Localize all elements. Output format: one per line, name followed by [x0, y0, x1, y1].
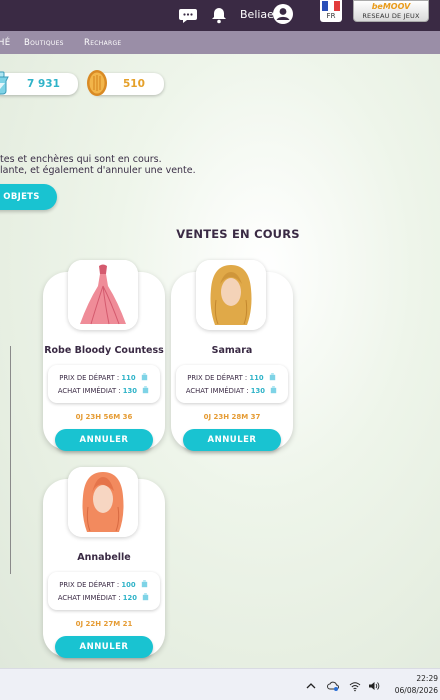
nav-item-boutiques[interactable]: Boutiques: [24, 38, 64, 48]
sale-card: Robe Bloody Countess PRIX DE DÉPART : 11…: [43, 260, 165, 451]
coin-icon: [87, 70, 107, 96]
start-price-value: 110: [121, 374, 136, 382]
buy-now-line: ACHAT IMMÉDIAT : 130: [48, 386, 160, 395]
section-title: VENTES EN COURS: [176, 227, 300, 241]
diamond-amount: 7 931: [27, 78, 60, 90]
cancel-sale-button[interactable]: ANNULER: [55, 636, 153, 658]
sale-card: Annabelle PRIX DE DÉPART : 100 ACHAT IMM…: [43, 467, 165, 658]
info-text-line-1: tes et enchères qui sont en cours.: [0, 154, 162, 165]
cancel-sale-button[interactable]: ANNULER: [183, 429, 281, 451]
chat-icon[interactable]: [178, 5, 198, 25]
start-price-value: 100: [121, 581, 136, 589]
taskbar: 22:29 06/08/2026: [0, 668, 440, 700]
network-logo: beMOOV: [371, 2, 411, 11]
sale-timer: 0J 22H 27M 21: [75, 620, 133, 628]
network-badge[interactable]: beMOOV RESEAU DE JEUX: [353, 0, 429, 22]
info-text-line-2: lante, et également d'annuler une vente.: [0, 165, 196, 176]
bell-icon[interactable]: [209, 5, 229, 25]
coin-balance[interactable]: 510: [87, 70, 164, 96]
language-selector[interactable]: FR: [320, 0, 342, 22]
start-price-value: 110: [249, 374, 264, 382]
buy-now-value: 120: [122, 594, 137, 602]
price-box: PRIX DE DÉPART : 110 ACHAT IMMÉDIAT : 13…: [176, 365, 288, 403]
sale-timer: 0J 23H 56M 36: [75, 413, 133, 421]
diamond-icon: [269, 373, 275, 381]
buy-now-label: ACHAT IMMÉDIAT :: [57, 594, 121, 602]
french-flag-icon: [322, 1, 340, 11]
buy-now-label: ACHAT IMMÉDIAT :: [185, 387, 249, 395]
diamond-icon: [270, 386, 277, 394]
price-box: PRIX DE DÉPART : 100 ACHAT IMMÉDIAT : 12…: [48, 572, 160, 610]
diamond-icon: [141, 580, 147, 588]
buy-now-label: ACHAT IMMÉDIAT :: [57, 387, 121, 395]
volume-icon[interactable]: [368, 680, 380, 692]
nav-item-marche[interactable]: HÉ: [0, 38, 10, 48]
language-code: FR: [326, 12, 336, 20]
blonde-hair-icon: [196, 260, 266, 330]
diamond-icon: [142, 593, 149, 601]
top-bar: Beliae FR beMOOV RESEAU DE JEUX: [0, 0, 440, 31]
cloud-sync-icon[interactable]: [327, 680, 339, 692]
item-name: Robe Bloody Countess: [44, 345, 164, 356]
red-dress-icon: [68, 260, 138, 330]
buy-now-value: 130: [250, 387, 265, 395]
item-name: Samara: [211, 345, 253, 356]
diamond-icon: [142, 386, 149, 394]
secondary-nav: HÉ Boutiques Recharge: [0, 31, 440, 54]
start-price-label: PRIX DE DÉPART :: [187, 374, 248, 382]
scroll-divider: [10, 346, 11, 574]
price-box: PRIX DE DÉPART : 110 ACHAT IMMÉDIAT : 13…: [48, 365, 160, 403]
wifi-icon[interactable]: [349, 680, 361, 692]
user-avatar-icon[interactable]: [272, 3, 294, 25]
start-price-label: PRIX DE DÉPART :: [59, 374, 120, 382]
diamond-balance[interactable]: 7 931: [0, 71, 78, 95]
start-price-line: PRIX DE DÉPART : 100: [48, 580, 160, 589]
sale-card: Samara PRIX DE DÉPART : 110 ACHAT IMMÉDI…: [171, 260, 293, 451]
clock-time: 22:29: [416, 674, 438, 683]
start-price-line: PRIX DE DÉPART : 110: [176, 373, 288, 382]
diamond-icon: [141, 373, 147, 381]
system-clock[interactable]: 22:29 06/08/2026: [388, 673, 438, 697]
sale-timer: 0J 23H 28M 37: [203, 413, 261, 421]
buy-now-line: ACHAT IMMÉDIAT : 120: [48, 593, 160, 602]
objets-button[interactable]: OBJETS: [0, 184, 57, 210]
buy-now-line: ACHAT IMMÉDIAT : 130: [176, 386, 288, 395]
item-name: Annabelle: [77, 552, 131, 563]
username[interactable]: Beliae: [240, 8, 274, 21]
clock-date: 06/08/2026: [394, 686, 438, 695]
buy-now-value: 130: [122, 387, 137, 395]
chevron-up-icon[interactable]: [305, 680, 317, 692]
red-hair-icon: [68, 467, 138, 537]
coin-amount: 510: [123, 78, 145, 90]
diamond-bottle-icon: [0, 71, 9, 95]
network-label: RESEAU DE JEUX: [362, 12, 420, 20]
start-price-line: PRIX DE DÉPART : 110: [48, 373, 160, 382]
nav-item-recharge[interactable]: Recharge: [84, 38, 122, 48]
cancel-sale-button[interactable]: ANNULER: [55, 429, 153, 451]
main-content: 7 931 510 tes et enchères qui sont en co…: [0, 54, 440, 668]
start-price-label: PRIX DE DÉPART :: [59, 581, 120, 589]
